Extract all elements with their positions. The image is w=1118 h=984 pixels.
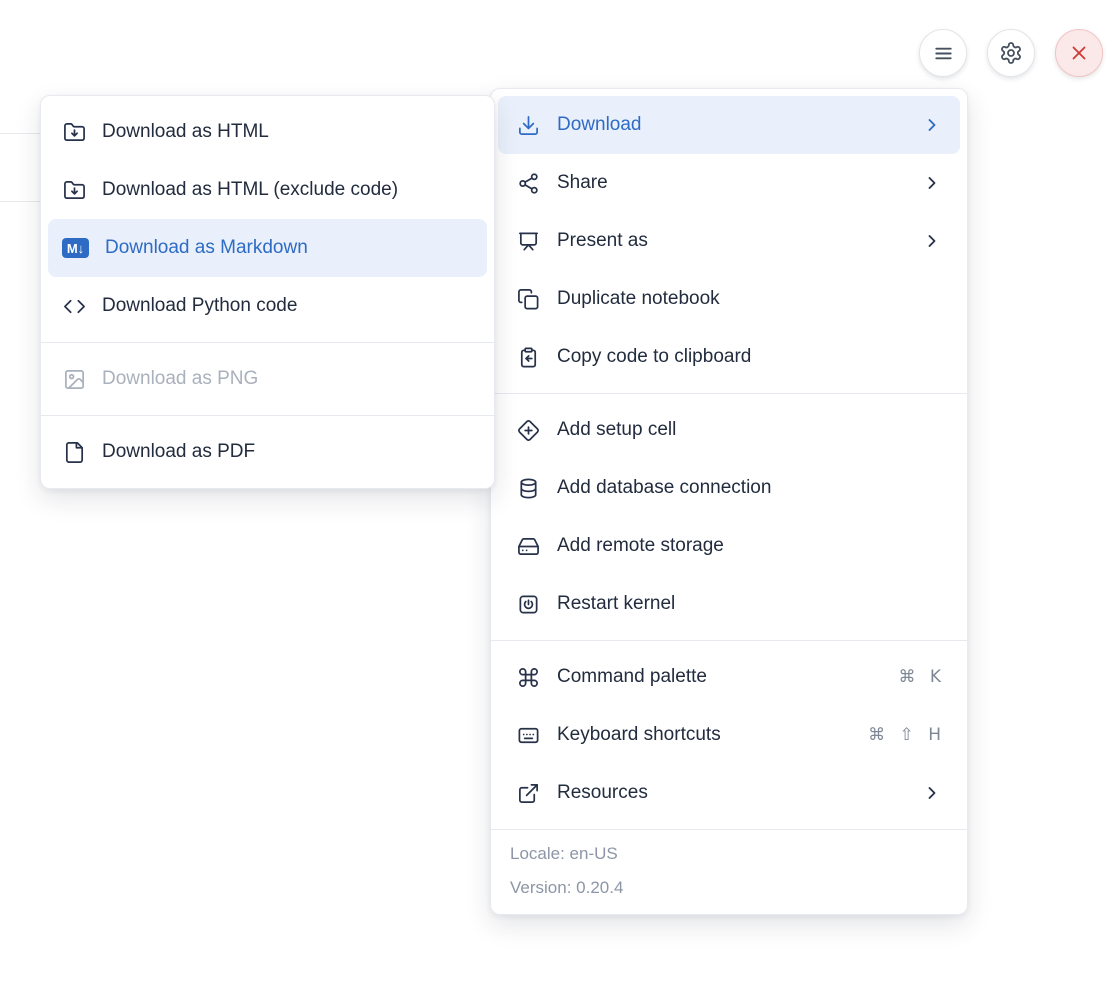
menu-item-label: Add setup cell <box>557 419 942 441</box>
folder-down-icon <box>62 178 86 202</box>
chevron-right-icon <box>922 231 942 251</box>
menu-section-export: Download Share Present as <box>491 89 967 393</box>
menu-item-present-as[interactable]: Present as <box>498 212 960 270</box>
clipboard-copy-icon <box>516 345 540 369</box>
menu-item-keyboard-shortcuts[interactable]: Keyboard shortcuts ⌘ ⇧ H <box>498 706 960 764</box>
menu-item-label: Add remote storage <box>557 535 942 557</box>
diamond-plus-icon <box>516 418 540 442</box>
menu-item-label: Download as PDF <box>102 441 471 463</box>
menu-item-label: Duplicate notebook <box>557 288 942 310</box>
menu-item-label: Share <box>557 172 905 194</box>
database-icon <box>516 476 540 500</box>
menu-section-kernel: Add setup cell Add database connection A… <box>491 394 967 640</box>
download-submenu: Download as HTML Download as HTML (exclu… <box>40 95 495 489</box>
shortcut-hint: ⌘ ⇧ H <box>868 725 942 745</box>
gear-icon <box>999 41 1023 65</box>
menu-item-label: Present as <box>557 230 905 252</box>
share-icon <box>516 171 540 195</box>
folder-down-icon <box>62 120 86 144</box>
menu-item-label: Keyboard shortcuts <box>557 724 851 746</box>
command-icon <box>516 665 540 689</box>
submenu-section-image: Download as PNG <box>41 343 494 415</box>
menu-item-label: Download Python code <box>102 295 471 317</box>
square-power-icon <box>516 592 540 616</box>
close-x-icon <box>1068 42 1090 64</box>
markdown-badge-icon: M↓ <box>62 238 89 258</box>
file-icon <box>62 440 86 464</box>
menu-item-add-remote-storage[interactable]: Add remote storage <box>498 517 960 575</box>
menu-item-label: Copy code to clipboard <box>557 346 942 368</box>
download-icon <box>516 113 540 137</box>
menu-item-label: Add database connection <box>557 477 942 499</box>
menu-item-download-as-markdown[interactable]: M↓ Download as Markdown <box>48 219 487 277</box>
menu-item-resources[interactable]: Resources <box>498 764 960 822</box>
menu-item-label: Restart kernel <box>557 593 942 615</box>
settings-button[interactable] <box>987 29 1035 77</box>
menu-footer: Locale: en-US Version: 0.20.4 <box>491 830 967 914</box>
menu-item-download-python-code[interactable]: Download Python code <box>48 277 487 335</box>
version-text: Version: 0.20.4 <box>510 876 948 900</box>
copy-icon <box>516 287 540 311</box>
menu-item-command-palette[interactable]: Command palette ⌘ K <box>498 648 960 706</box>
notebook-menu-button[interactable] <box>919 29 967 77</box>
external-link-icon <box>516 781 540 805</box>
menu-item-label: Download as HTML (exclude code) <box>102 179 471 201</box>
chevron-right-icon <box>922 173 942 193</box>
code-icon <box>62 294 86 318</box>
menu-item-share[interactable]: Share <box>498 154 960 212</box>
menu-item-label: Command palette <box>557 666 881 688</box>
submenu-section-pdf: Download as PDF <box>41 416 494 488</box>
menu-item-label: Download as HTML <box>102 121 471 143</box>
menu-item-add-setup-cell[interactable]: Add setup cell <box>498 401 960 459</box>
menu-item-duplicate-notebook[interactable]: Duplicate notebook <box>498 270 960 328</box>
chevron-right-icon <box>922 115 942 135</box>
hamburger-menu-icon <box>932 42 955 65</box>
menu-item-copy-code-to-clipboard[interactable]: Copy code to clipboard <box>498 328 960 386</box>
menu-item-restart-kernel[interactable]: Restart kernel <box>498 575 960 633</box>
menu-item-label: Download as Markdown <box>105 237 471 259</box>
menu-item-download-as-png: Download as PNG <box>48 350 487 408</box>
notebook-actions-menu: Download Share Present as <box>490 88 968 915</box>
menu-item-download-as-html[interactable]: Download as HTML <box>48 103 487 161</box>
presentation-icon <box>516 229 540 253</box>
hard-drive-icon <box>516 534 540 558</box>
menu-item-download-as-html-exclude-code[interactable]: Download as HTML (exclude code) <box>48 161 487 219</box>
close-button[interactable] <box>1055 29 1103 77</box>
menu-item-download-as-pdf[interactable]: Download as PDF <box>48 423 487 481</box>
background-grid-line <box>0 133 44 134</box>
menu-item-download[interactable]: Download <box>498 96 960 154</box>
menu-item-label: Resources <box>557 782 905 804</box>
menu-item-add-database-connection[interactable]: Add database connection <box>498 459 960 517</box>
image-icon <box>62 367 86 391</box>
menu-section-help: Command palette ⌘ K Keyboard shortcuts ⌘… <box>491 641 967 829</box>
locale-text: Locale: en-US <box>510 842 948 866</box>
menu-item-label: Download <box>557 114 905 136</box>
background-grid-line <box>0 201 44 202</box>
submenu-section-documents: Download as HTML Download as HTML (exclu… <box>41 96 494 342</box>
shortcut-hint: ⌘ K <box>898 667 942 687</box>
menu-item-label: Download as PNG <box>102 368 471 390</box>
chevron-right-icon <box>922 783 942 803</box>
keyboard-icon <box>516 723 540 747</box>
